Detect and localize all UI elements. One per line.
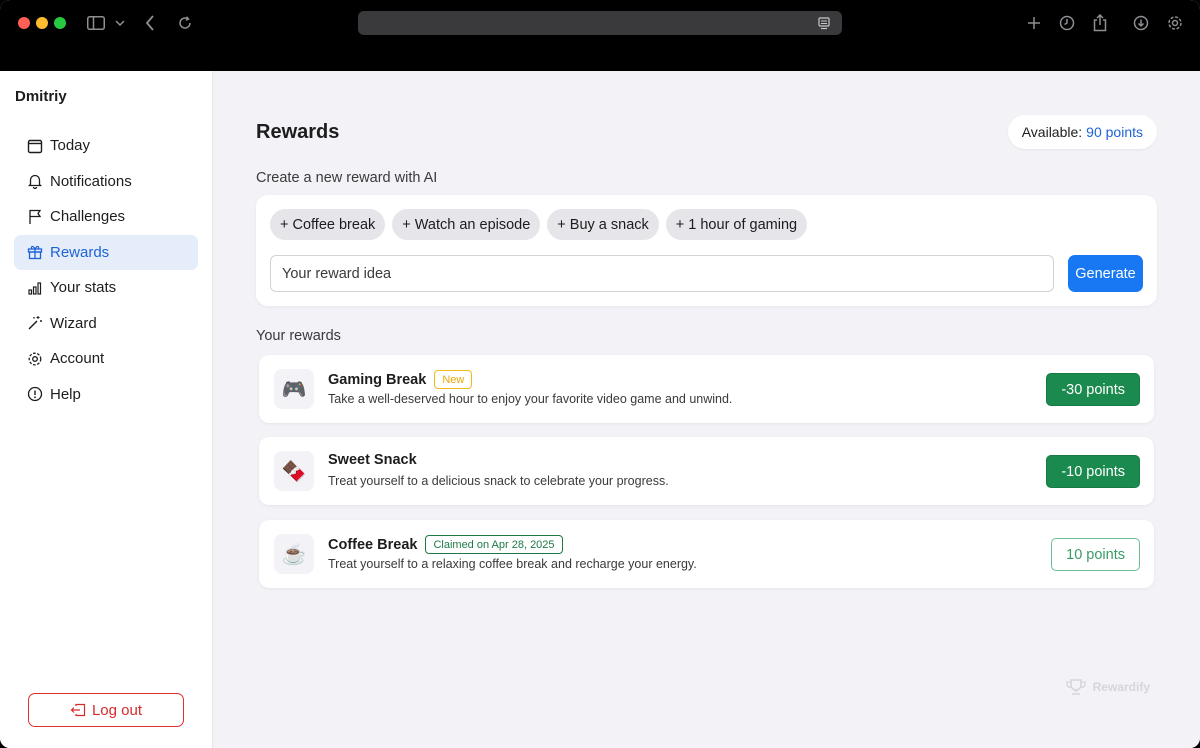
- reward-card-gaming-break: 🎮 Gaming Break New Take a well-deserved …: [259, 355, 1154, 423]
- available-label: Available:: [1021, 124, 1083, 140]
- sidebar-item-label: Your stats: [50, 279, 117, 297]
- sidebar-item-label: Wizard: [50, 314, 97, 332]
- reward-title: Coffee Break: [328, 536, 418, 553]
- sidebar-item-today[interactable]: Today: [14, 128, 198, 164]
- magic-wand-icon: [26, 314, 44, 332]
- help-circle-icon: [26, 385, 44, 403]
- back-icon[interactable]: [138, 11, 162, 35]
- create-reward-heading: Create a new reward with AI: [256, 170, 438, 186]
- sidebar-item-label: Help: [50, 385, 81, 403]
- sidebar-item-rewards[interactable]: Rewards: [14, 234, 198, 270]
- sidebar-item-challenges[interactable]: Challenges: [14, 199, 198, 235]
- sidebar-item-label: Notifications: [50, 172, 132, 190]
- minimize-window-button[interactable]: [36, 17, 48, 29]
- coffee-cup-icon: ☕: [274, 534, 314, 574]
- reward-card-coffee-break: ☕ Coffee Break Claimed on Apr 28, 2025 T…: [259, 520, 1154, 588]
- brand-name: Rewardify: [1092, 680, 1150, 694]
- available-points-value: 90 points: [1086, 124, 1143, 140]
- downloads-icon[interactable]: [1129, 11, 1153, 35]
- reward-description: Treat yourself to a delicious snack to c…: [328, 474, 669, 488]
- chocolate-bar-icon: 🍫: [274, 451, 314, 491]
- trophy-icon: [1065, 679, 1087, 695]
- logout-label: Log out: [91, 701, 143, 719]
- share-icon[interactable]: [1088, 11, 1112, 35]
- browser-window: Dmitriy Today Notifications Challenges R…: [0, 0, 1200, 748]
- reward-title: Gaming Break: [328, 371, 427, 388]
- zoom-window-button[interactable]: [54, 17, 66, 29]
- chevron-down-icon[interactable]: [108, 11, 132, 35]
- available-points-badge: Available: 90 points: [1007, 115, 1157, 149]
- reward-idea-input[interactable]: [270, 255, 1054, 292]
- reader-mode-icon[interactable]: [816, 15, 832, 31]
- close-window-button[interactable]: [18, 17, 30, 29]
- generate-button[interactable]: Generate: [1068, 255, 1143, 292]
- chip-1-hour-of-gaming[interactable]: + 1 hour of gaming: [665, 209, 808, 240]
- sidebar-nav: Today Notifications Challenges Rewards Y…: [14, 128, 198, 412]
- reward-title-row: Coffee Break Claimed on Apr 28, 2025: [328, 535, 563, 554]
- chip-watch-an-episode[interactable]: + Watch an episode: [392, 209, 541, 240]
- reward-description: Take a well-deserved hour to enjoy your …: [328, 392, 733, 406]
- sidebar-item-label: Today: [50, 137, 91, 155]
- sidebar-item-wizard[interactable]: Wizard: [14, 306, 198, 342]
- sidebar-item-notifications[interactable]: Notifications: [14, 164, 198, 200]
- sidebar-item-help[interactable]: Help: [14, 377, 198, 413]
- sidebar-item-account[interactable]: Account: [14, 341, 198, 377]
- reward-title: Sweet Snack: [328, 452, 417, 468]
- claimed-badge: Claimed on Apr 28, 2025: [425, 535, 563, 554]
- sidebar-item-label: Rewards: [50, 243, 110, 261]
- flag-icon: [26, 208, 44, 226]
- claim-reward-button[interactable]: -30 points: [1046, 373, 1140, 406]
- brand-watermark: Rewardify: [1065, 679, 1150, 695]
- reward-card-sweet-snack: 🍫 Sweet Snack Treat yourself to a delici…: [259, 437, 1154, 505]
- reward-title-row: Sweet Snack: [328, 452, 417, 468]
- history-icon[interactable]: [1055, 11, 1079, 35]
- sidebar-item-label: Challenges: [50, 208, 126, 226]
- calendar-icon: [26, 137, 44, 155]
- create-reward-card: + Coffee break + Watch an episode + Buy …: [256, 195, 1157, 306]
- sidebar-toggle-icon[interactable]: [84, 11, 108, 35]
- sidebar: Dmitriy Today Notifications Challenges R…: [0, 71, 213, 748]
- settings-gear-icon[interactable]: [1163, 11, 1187, 35]
- claim-reward-button[interactable]: -10 points: [1046, 455, 1140, 488]
- bell-icon: [26, 172, 44, 190]
- suggestion-chips: + Coffee break + Watch an episode + Buy …: [270, 209, 808, 240]
- main-content: Rewards Available: 90 points Create a ne…: [213, 71, 1200, 748]
- chip-buy-a-snack[interactable]: + Buy a snack: [547, 209, 659, 240]
- new-badge: New: [434, 370, 473, 389]
- new-tab-icon[interactable]: [1022, 11, 1046, 35]
- browser-toolbar: [0, 0, 1200, 71]
- reward-title-row: Gaming Break New: [328, 370, 473, 389]
- your-rewards-heading: Your rewards: [256, 328, 341, 344]
- logout-icon: [70, 703, 86, 717]
- gear-icon: [26, 350, 44, 368]
- reward-description: Treat yourself to a relaxing coffee brea…: [328, 557, 697, 571]
- reload-icon[interactable]: [173, 11, 197, 35]
- user-name: Dmitriy: [15, 88, 67, 105]
- sidebar-item-your-stats[interactable]: Your stats: [14, 270, 198, 306]
- reward-points-button[interactable]: 10 points: [1051, 538, 1140, 571]
- sidebar-item-label: Account: [50, 350, 105, 368]
- game-controller-icon: 🎮: [274, 369, 314, 409]
- chip-coffee-break[interactable]: + Coffee break: [270, 209, 386, 240]
- address-bar[interactable]: [358, 11, 842, 35]
- logout-button[interactable]: Log out: [28, 693, 184, 727]
- bar-chart-icon: [26, 279, 44, 297]
- page-title: Rewards: [256, 121, 340, 143]
- gift-icon: [26, 243, 44, 261]
